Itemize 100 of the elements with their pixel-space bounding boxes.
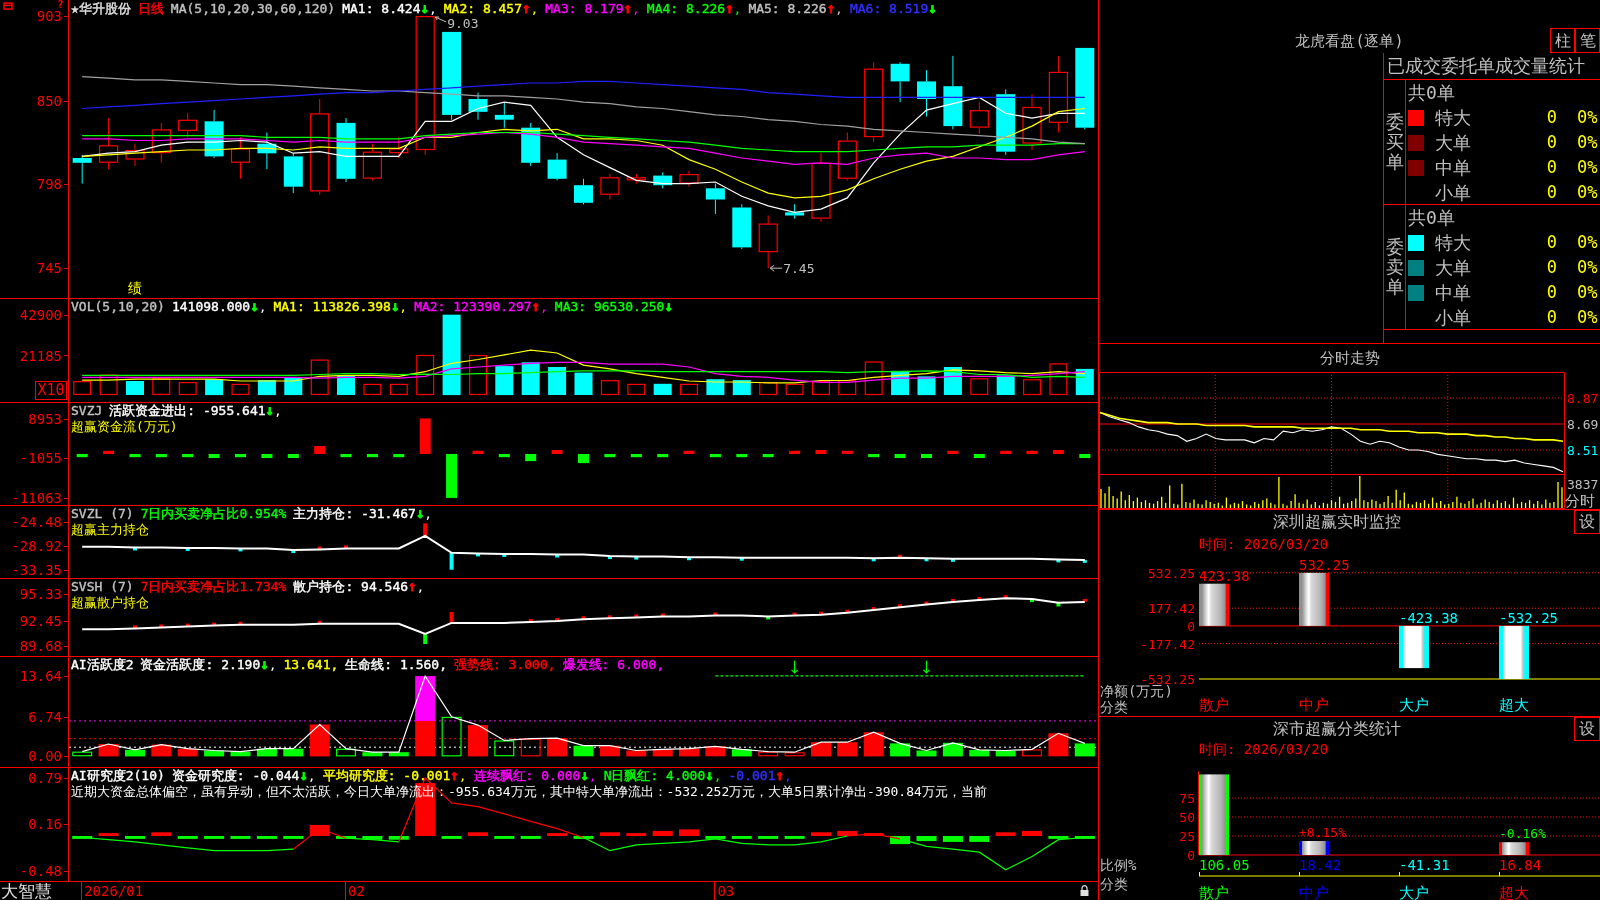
research-bar	[969, 836, 990, 842]
research-bar	[468, 832, 488, 836]
settings-button[interactable]: 设	[1574, 510, 1600, 534]
lock-icon	[1080, 885, 1089, 896]
legend-text: 活跃资金进出: -955.641	[109, 403, 266, 418]
legend-separator: ,	[540, 299, 548, 314]
legend-text: MA1: 113826.398	[273, 299, 391, 314]
research-bar	[784, 836, 805, 839]
trend-arrow: ↓	[260, 657, 269, 672]
order-percent: 0%	[1577, 306, 1598, 329]
axis-label: 13.64	[19, 668, 62, 683]
flow-bar	[314, 446, 326, 454]
legend-separator: ,	[458, 768, 467, 783]
research-bar	[573, 836, 594, 839]
timestamp: 时间: 2026/03/20	[1198, 741, 1330, 757]
flow-bar	[947, 450, 959, 454]
flow-bar	[789, 450, 801, 454]
trend-arrow: ↓	[580, 768, 589, 783]
trend-arrow: ↓	[705, 768, 714, 783]
research-bar	[916, 836, 937, 842]
research-bar	[388, 836, 409, 840]
settings-button[interactable]: 设	[1574, 717, 1600, 741]
flow-bar	[393, 454, 405, 458]
research-bar	[98, 833, 119, 836]
research-bar	[626, 833, 647, 836]
order-percent: 0%	[1577, 131, 1598, 154]
flow-bar	[340, 454, 352, 458]
value-label: 16.84	[1499, 857, 1542, 873]
axis-label: 8.51	[1567, 443, 1599, 458]
axis-label: 532.25	[1148, 565, 1195, 581]
flow-bar	[894, 454, 906, 458]
flow-bar	[261, 454, 273, 458]
legend-text: AI研究度2(10)	[71, 768, 165, 783]
axis-label: -24.48	[11, 514, 62, 529]
axis-title: 分时	[1565, 492, 1595, 509]
flow-bar	[657, 454, 669, 458]
value-label: -41.31	[1399, 857, 1450, 873]
legend-text: AI活跃度2	[71, 657, 134, 672]
flow-bar	[578, 454, 589, 464]
legend-text: 主力持仓: -31.467	[293, 506, 416, 521]
category-label: 散户	[1199, 884, 1229, 900]
legend-text: 13.641,	[283, 657, 339, 672]
flow-bar	[551, 450, 563, 454]
order-percent: 0%	[1577, 281, 1598, 304]
flow-bar	[762, 454, 774, 458]
order-percent: 0%	[1577, 231, 1598, 254]
axis-label: 903	[36, 9, 62, 23]
order-size-label: 中单	[1435, 156, 1472, 180]
order-size-label: 大单	[1435, 256, 1472, 280]
help-mark[interactable]: ?	[57, 0, 64, 9]
flow-bar	[419, 418, 431, 454]
research-bar	[863, 833, 884, 836]
axis-title: 分类	[1100, 876, 1128, 892]
order-size-label: 大单	[1435, 131, 1472, 155]
flow-bar	[1000, 450, 1012, 454]
trend-arrow: ↑	[450, 768, 459, 783]
axis-label: 0	[1187, 618, 1195, 634]
net-amount-bar	[1499, 625, 1529, 679]
indicator-subtitle: 超赢资金流(万元)	[71, 419, 179, 434]
flow-bar	[604, 454, 616, 458]
research-bar	[731, 836, 752, 839]
research-bar	[230, 836, 251, 839]
category-label: 大户	[1399, 696, 1429, 714]
value-label: -423.38	[1399, 609, 1458, 626]
legend-text: 7日内买卖净占比0.954%	[140, 506, 287, 521]
research-bar	[652, 830, 673, 836]
view-mode-button[interactable]: 柱	[1550, 28, 1575, 53]
order-percent: 0%	[1577, 106, 1598, 129]
flow-bar	[498, 454, 510, 458]
legend-text: MA2: 123390.297	[414, 299, 532, 314]
timestamp: 时间: 2026/03/20	[1198, 535, 1330, 554]
legend-text: -0.001	[728, 768, 776, 783]
legend-text: SVZL (7)	[71, 506, 134, 521]
research-bar	[890, 836, 911, 845]
axis-label: -11063	[11, 490, 62, 505]
flow-bar	[129, 454, 141, 458]
flow-bar	[235, 454, 246, 458]
order-count: 0	[1545, 156, 1557, 179]
flow-bar	[973, 454, 985, 458]
axis-label: 850	[36, 93, 62, 108]
axis-label: -177.42	[1140, 636, 1195, 652]
view-mode-button[interactable]: 笔	[1575, 28, 1600, 53]
flow-bar	[208, 454, 220, 458]
axis-label: 8953	[28, 411, 62, 426]
axis-label: 75	[1179, 791, 1195, 806]
research-bar	[494, 836, 515, 839]
research-bar	[125, 836, 145, 839]
flow-bar	[103, 450, 115, 454]
trend-arrow: ↑	[531, 299, 540, 314]
value-label: 18.42	[1299, 857, 1342, 873]
axis-label: 92.45	[19, 613, 62, 628]
axis-label: 50	[1179, 810, 1195, 825]
flow-bar	[287, 454, 299, 458]
axis-label: -33.35	[11, 563, 62, 577]
group-total: 共0单	[1407, 206, 1456, 230]
legend-text: 爆发线: 6.000,	[562, 657, 665, 672]
value-label: 106.05	[1199, 857, 1250, 873]
research-bar	[705, 836, 726, 839]
research-bar	[599, 832, 620, 836]
research-bar	[256, 836, 277, 839]
